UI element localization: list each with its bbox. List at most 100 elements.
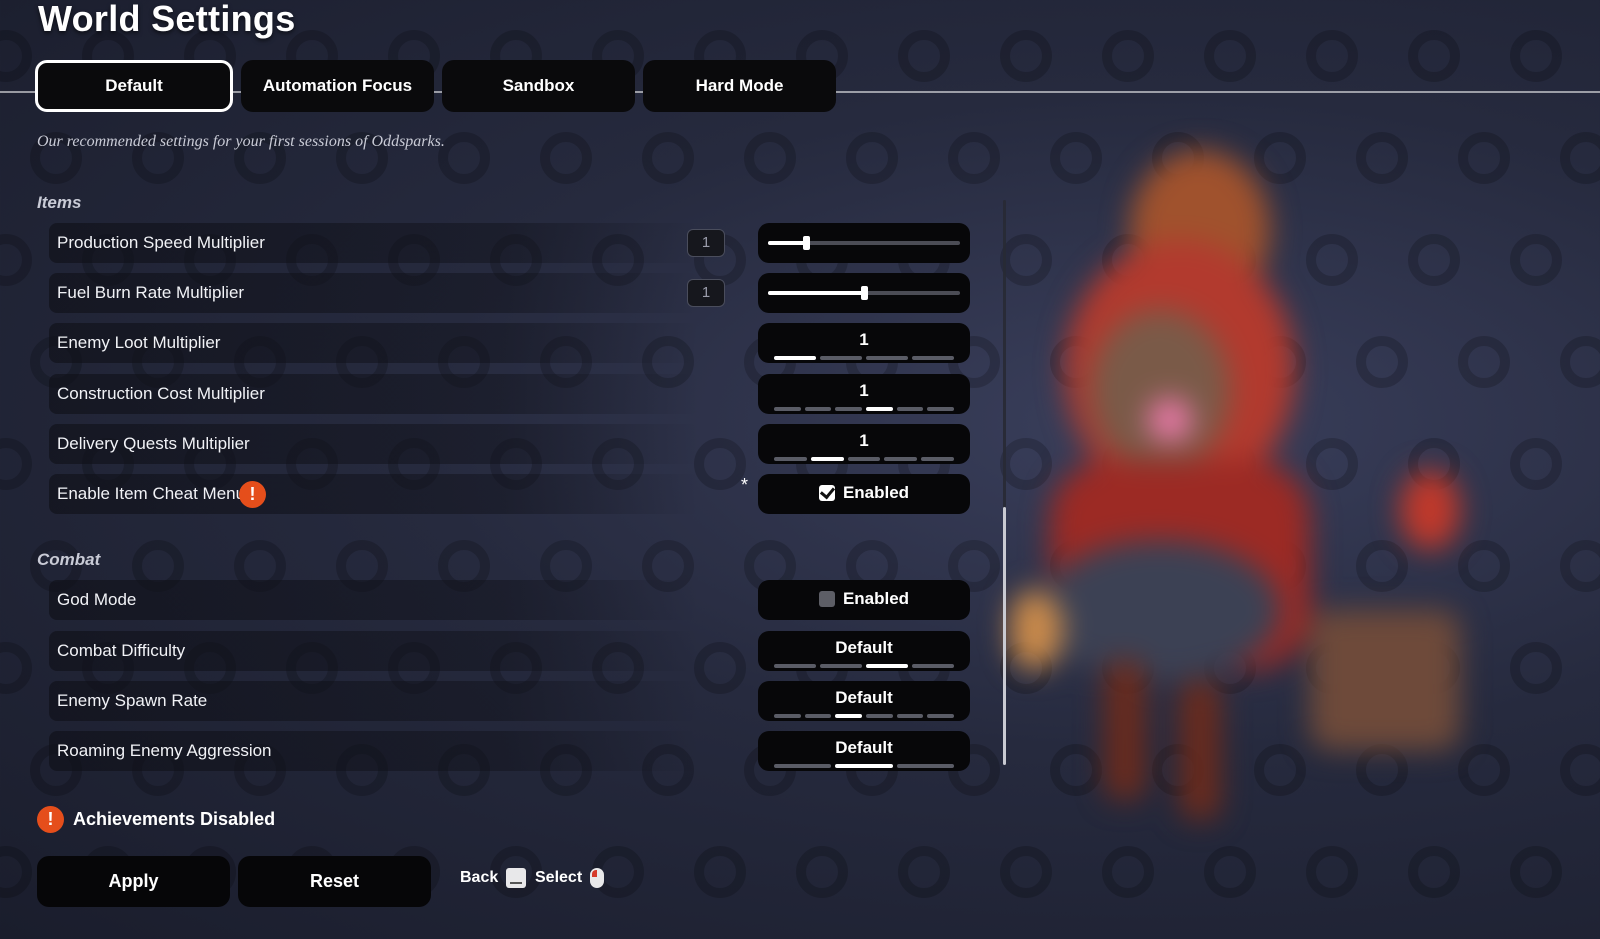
background-ring [898,30,950,82]
toggle-content: Enabled [758,589,970,609]
row-background [49,580,699,620]
select-hint-label: Select [535,869,583,886]
slider-thumb[interactable] [803,236,811,250]
setting-label: Fuel Burn Rate Multiplier [57,283,245,302]
setting-row-enemy-loot: Enemy Loot Multiplier 1 [49,323,979,363]
stepper-value: Default [835,688,893,707]
background-ring [1050,132,1102,184]
setting-label: Enemy Loot Multiplier [57,333,221,352]
combat-difficulty-stepper[interactable]: Default [758,631,970,671]
tab-automation-focus[interactable]: Automation Focus [241,60,434,112]
stepper-pip [912,356,954,360]
setting-row-item-cheat-menu: Enable Item Cheat Menu ! * Enabled [49,474,979,514]
production-speed-slider[interactable] [758,223,970,263]
background-ring [1560,336,1600,388]
setting-label: Enemy Spawn Rate [57,691,208,710]
reset-button[interactable]: Reset [238,856,431,907]
keyboard-key-icon [506,868,527,888]
stepper-pip-selected [810,457,844,461]
background-ring [438,132,490,184]
background-ring [898,846,950,898]
setting-row-fuel-burn-rate: Fuel Burn Rate Multiplier 1 [49,273,979,313]
background-ring [1510,846,1562,898]
stepper-pip-selected [774,356,816,360]
setting-label: Combat Difficulty [57,641,186,660]
stepper-value: 1 [859,330,869,349]
background-ring [1458,744,1510,796]
background-ring [642,132,694,184]
background-ring [1000,438,1052,490]
item-cheat-menu-toggle[interactable]: Enabled [758,474,970,514]
enemy-spawn-rate-stepper[interactable]: Default [758,681,970,721]
setting-label: Production Speed Multiplier [57,233,265,252]
settings-scrollbar[interactable] [1003,200,1006,765]
background-ring [1356,540,1408,592]
background-ring [1102,30,1154,82]
tab-sandbox[interactable]: Sandbox [442,60,635,112]
stepper-pip [866,356,908,360]
section-label-items: Items [37,193,82,212]
stepper-pip [866,714,893,718]
stepper-pip [835,407,863,411]
back-hint[interactable]: Back [460,868,527,888]
background-ring [0,642,32,694]
background-ring [1560,132,1600,184]
background-ring [1204,30,1256,82]
background-ring [1356,336,1408,388]
value-input[interactable]: 1 [687,229,725,257]
construction-cost-stepper[interactable]: 1 [758,374,970,414]
background-ring [1560,744,1600,796]
stepper-pip-selected [835,764,893,768]
background-ring [1102,642,1154,694]
background-ring [1458,336,1510,388]
background-ring [540,132,592,184]
delivery-quests-stepper[interactable]: 1 [758,424,970,464]
select-hint: Select [535,868,605,888]
background-ring [1050,540,1102,592]
stepper-pip [774,664,816,668]
background-ring [694,846,746,898]
setting-row-roaming-enemy-aggression: Roaming Enemy Aggression Default [49,731,979,771]
setting-row-delivery-quests: Delivery Quests Multiplier 1 [49,424,979,464]
stepper-pip [820,356,862,360]
tab-hard-mode[interactable]: Hard Mode [643,60,836,112]
stepper-pip-selected [866,664,908,668]
god-mode-toggle[interactable]: Enabled [758,580,970,620]
achievements-warning: ! Achievements Disabled [37,806,275,833]
tab-default[interactable]: Default [35,60,233,112]
slider-fill [768,291,864,295]
exclamation-icon: ! [239,481,266,508]
background-ring [1050,336,1102,388]
stepper-pip [921,457,954,461]
fuel-burn-rate-slider[interactable] [758,273,970,313]
background-ring [1510,234,1562,286]
stepper-pip [847,457,881,461]
background-ring [1306,438,1358,490]
preset-description: Our recommended settings for your first … [37,133,445,150]
stepper-pip [804,714,832,718]
stepper-value: Default [835,738,893,757]
background-ring [1306,30,1358,82]
slider-thumb[interactable] [861,286,868,300]
background-ring [0,234,32,286]
checkbox-unchecked-icon[interactable] [818,591,835,607]
scrollbar-thumb[interactable] [1003,507,1006,765]
checkbox-checked-icon[interactable] [818,485,835,501]
background-ring [1254,336,1306,388]
setting-label: God Mode [57,590,137,609]
apply-button[interactable]: Apply [37,856,230,907]
setting-label: Enable Item Cheat Menu [57,484,246,503]
value-input[interactable]: 1 [687,279,725,307]
setting-label: Delivery Quests Multiplier [57,434,250,453]
setting-row-construction-cost: Construction Cost Multiplier 1 [49,374,979,414]
background-ring [1560,540,1600,592]
stepper-pip-selected [866,407,893,411]
background-ring [1408,846,1460,898]
enemy-loot-stepper[interactable]: 1 [758,323,970,363]
roaming-enemy-aggression-stepper[interactable]: Default [758,731,970,771]
background-ring [1204,438,1256,490]
preset-tabs: Default Automation Focus Sandbox Hard Mo… [35,60,836,112]
background-ring [1000,30,1052,82]
slider-fill [768,241,807,245]
setting-row-enemy-spawn-rate: Enemy Spawn Rate Default [49,681,979,721]
